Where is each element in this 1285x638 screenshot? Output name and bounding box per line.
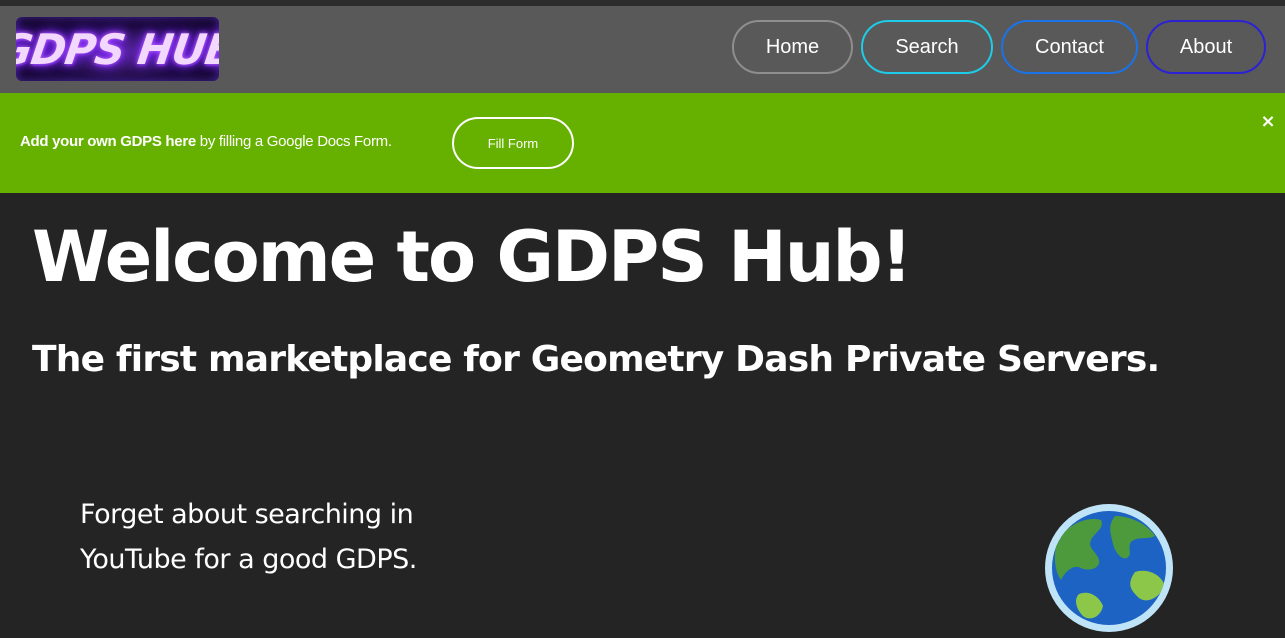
nav-contact-button[interactable]: Contact [1001,20,1138,74]
site-logo[interactable]: GDPS HUB [16,17,219,81]
nav-home-button[interactable]: Home [732,20,853,74]
banner-message-rest: by filling a Google Docs Form. [195,133,392,150]
banner-message-bold: Add your own GDPS here [20,133,196,150]
banner-message: Add your own GDPS here by filling a Goog… [20,133,392,150]
close-icon[interactable]: × [1258,111,1278,132]
feature-text: Forget about searching in YouTube for a … [80,499,417,575]
globe-icon [1043,502,1175,634]
fill-form-button[interactable]: Fill Form [452,117,574,169]
add-gdps-banner: Add your own GDPS here by filling a Goog… [0,93,1285,193]
nav-about-button[interactable]: About [1146,20,1266,74]
page-title: Welcome to GDPS Hub! [32,216,913,298]
page-subtitle: The first marketplace for Geometry Dash … [32,339,1160,380]
navbar: GDPS HUB Home Search Contact About [0,6,1285,93]
nav-search-button[interactable]: Search [861,20,993,74]
logo-text: GDPS HUB [16,24,219,74]
